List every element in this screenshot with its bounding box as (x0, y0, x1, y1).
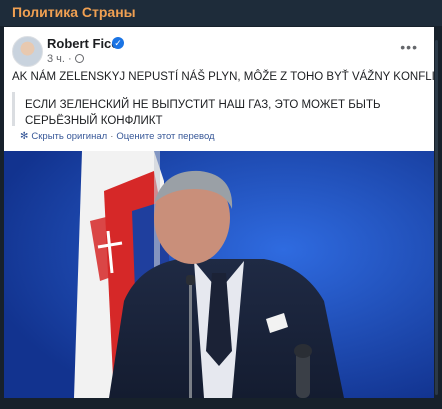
rate-translation-link: Оцените этот перевод (116, 131, 215, 142)
post-meta: 3 ч. · (47, 53, 84, 65)
globe-icon (74, 54, 84, 63)
facebook-post-screenshot: Robert Fico ✓ 3 ч. · ••• AK NÁM ZELENSKY… (4, 27, 434, 398)
more-horizontal-icon: ••• (400, 39, 418, 55)
post-time: 3 ч. (47, 53, 65, 65)
hide-original-link: Скрыть оригинал (31, 131, 108, 142)
action-separator: · (110, 131, 114, 142)
avatar (12, 36, 43, 67)
channel-title[interactable]: Политика Страны (12, 4, 136, 20)
gear-icon: ✻ (20, 131, 29, 142)
channel-header[interactable]: Политика Страны (0, 0, 442, 26)
author-name: Robert Fico (47, 36, 120, 51)
verified-badge-icon: ✓ (112, 37, 124, 49)
scrollbar[interactable] (435, 40, 438, 395)
translation-actions: ✻ Скрыть оригинал · Оцените этот перевод (20, 131, 215, 142)
meta-separator: · (68, 53, 75, 65)
post-photo (4, 151, 434, 398)
post-text: AK NÁM ZELENSKYJ NEPUSTÍ NÁŠ PLYN, MÔŽE … (12, 71, 434, 83)
translation-block: ЕСЛИ ЗЕЛЕНСКИЙ НЕ ВЫПУСТИТ НАШ ГАЗ, ЭТО … (12, 92, 425, 127)
photo-illustration (4, 151, 434, 398)
translation-text: ЕСЛИ ЗЕЛЕНСКИЙ НЕ ВЫПУСТИТ НАШ ГАЗ, ЭТО … (25, 99, 381, 127)
